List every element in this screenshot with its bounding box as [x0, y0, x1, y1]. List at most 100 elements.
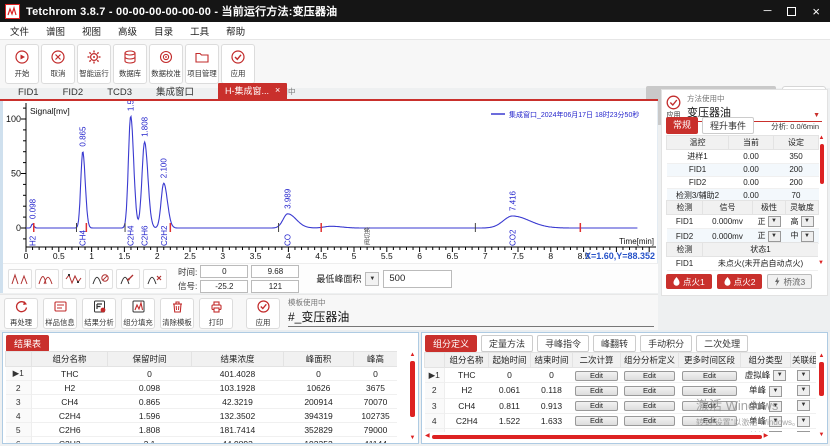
min-peak-area-input[interactable]: 500 — [383, 270, 452, 288]
edit-button[interactable]: Edit — [682, 416, 737, 426]
scroll-right-icon[interactable]: ▶ — [764, 433, 769, 440]
menu-view[interactable]: 视图 — [82, 24, 101, 38]
edit-button[interactable]: Edit — [624, 371, 676, 381]
edit-button[interactable]: Edit — [682, 386, 737, 396]
tab-temp-program[interactable]: 程升事件 — [702, 117, 754, 134]
chevron-down-icon[interactable]: ▼ — [365, 272, 379, 286]
tab-peak-flip[interactable]: 峰翻转 — [593, 335, 636, 352]
edit-button[interactable]: Edit — [575, 371, 617, 381]
table-row[interactable]: FID10.000mv正▼高▼ — [667, 215, 819, 229]
dropdown-arrow-button[interactable]: ▼ — [769, 416, 782, 427]
ignite-2-button[interactable]: 点火2 — [717, 274, 763, 289]
baseline-zigzag-icon[interactable] — [62, 269, 86, 289]
component-fill-button[interactable]: 组分填充 — [121, 298, 155, 329]
table-row[interactable]: 4C2H41.596132.3502394319102735 — [6, 409, 398, 423]
minimize-icon[interactable]: ─ — [764, 6, 772, 17]
tab-h-integration-active[interactable]: H-集成窗... × — [218, 83, 287, 99]
dropdown-arrow-button[interactable]: ▼ — [773, 370, 786, 381]
project-manage-button[interactable]: 项目管理 — [185, 44, 219, 84]
scrollbar-thumb[interactable] — [410, 361, 415, 417]
menu-file[interactable]: 文件 — [10, 24, 29, 38]
edit-button[interactable]: Edit — [682, 401, 737, 411]
dropdown-arrow-button[interactable]: ▼ — [797, 400, 810, 411]
time-from-field[interactable]: 0 — [200, 265, 248, 278]
table-row[interactable]: 4C2H41.5221.633EditEditEdit单峰▼▼ — [425, 413, 817, 428]
table-row[interactable]: 6C2H22.144.989319235241144 — [6, 437, 398, 444]
table-row[interactable]: FID10.00200 — [667, 164, 819, 177]
edit-button[interactable]: Edit — [624, 401, 676, 411]
signal-from-field[interactable]: -25.2 — [200, 280, 248, 293]
chevron-down-icon[interactable]: ▼ — [813, 112, 820, 119]
dropdown-arrow-button[interactable]: ▼ — [768, 231, 781, 242]
tab-general[interactable]: 常规 — [666, 117, 698, 134]
dropdown-arrow-button[interactable]: ▼ — [801, 231, 814, 242]
scroll-down-icon[interactable]: ▼ — [818, 260, 824, 267]
table-row[interactable]: 进样10.00350 — [667, 150, 819, 164]
scrollbar-thumb[interactable] — [820, 144, 824, 184]
close-icon[interactable]: × — [812, 5, 820, 18]
table-row[interactable]: 3CH40.8110.913EditEditEdit单峰▼▼ — [425, 398, 817, 413]
peak-start-marker-icon[interactable] — [116, 269, 140, 289]
table-row[interactable]: 5C2H61.7421.863EditEditEdit单峰▼▼ — [425, 429, 817, 433]
edit-button[interactable]: Edit — [624, 386, 676, 396]
reprocess-button[interactable]: 再处理 — [4, 298, 38, 329]
dropdown-arrow-button[interactable]: ▼ — [769, 386, 782, 397]
table-row[interactable]: 2H20.0610.118EditEditEdit单峰▼▼ — [425, 383, 817, 398]
ignite-1-button[interactable]: 点火1 — [666, 274, 712, 289]
tab-integration-window[interactable]: 集成窗口 — [156, 84, 194, 99]
edit-button[interactable]: Edit — [575, 416, 617, 426]
table-row[interactable]: ▶1THC00EditEditEdit虚拟峰▼▼ — [425, 368, 817, 383]
dropdown-arrow-button[interactable]: ▼ — [769, 431, 782, 432]
menu-advanced[interactable]: 高级 — [118, 24, 137, 38]
sample-info-button[interactable]: 样品信息 — [43, 298, 77, 329]
dropdown-arrow-button[interactable]: ▼ — [768, 216, 781, 227]
menu-spectrum[interactable]: 谱图 — [46, 24, 65, 38]
dropdown-arrow-button[interactable]: ▼ — [797, 431, 810, 432]
time-to-field[interactable]: 9.68 — [251, 265, 299, 278]
dropdown-arrow-button[interactable]: ▼ — [797, 416, 810, 427]
peak-split-icon[interactable] — [8, 269, 32, 289]
definition-vertical-scrollbar[interactable]: ▲ ▼ — [817, 353, 826, 439]
edit-button[interactable]: Edit — [575, 386, 617, 396]
scrollbar-thumb[interactable] — [432, 435, 762, 439]
restore-icon[interactable] — [787, 7, 796, 16]
edit-button[interactable]: Edit — [682, 371, 737, 381]
tab-component-definition[interactable]: 组分定义 — [425, 335, 477, 352]
tab-results-table[interactable]: 结果表 — [6, 335, 49, 352]
menu-tools[interactable]: 工具 — [190, 24, 209, 38]
chromatogram-chart[interactable]: 05010000.511.522.533.544.555.566.577.588… — [3, 101, 658, 263]
temp-scrollbar[interactable]: ▲ — [818, 135, 825, 195]
cancel-button[interactable]: 取消 — [41, 44, 75, 84]
tab-secondary-processing[interactable]: 二次处理 — [696, 335, 748, 352]
scroll-up-icon[interactable]: ▲ — [819, 353, 825, 360]
scroll-down-icon[interactable]: ▼ — [819, 432, 825, 439]
scroll-up-icon[interactable]: ▲ — [819, 135, 825, 142]
database-button[interactable]: 数据库 — [113, 44, 147, 84]
tab-peak-search[interactable]: 寻峰指令 — [537, 335, 589, 352]
results-vertical-scrollbar[interactable]: ▲ ▼ — [408, 352, 417, 442]
dropdown-arrow-button[interactable]: ▼ — [769, 401, 782, 412]
tab-manual-integration[interactable]: 手动积分 — [640, 335, 692, 352]
menu-catalog[interactable]: 目录 — [154, 24, 173, 38]
dropdown-arrow-button[interactable]: ▼ — [797, 385, 810, 396]
template-dropdown[interactable]: 模板使用中 #_变压器油 — [288, 297, 654, 327]
start-button[interactable]: 开始 — [5, 44, 39, 84]
scrollbar-thumb[interactable] — [819, 362, 824, 396]
scroll-down-icon[interactable]: ▼ — [410, 435, 416, 442]
table-row[interactable]: ▶1THC0401.402800 — [6, 367, 398, 381]
smart-run-button[interactable]: 智能运行 — [77, 44, 111, 84]
apply-project-button[interactable]: 应用 — [221, 44, 255, 84]
table-row[interactable]: 2H20.098103.1928106263675 — [6, 381, 398, 395]
peak-reject-icon[interactable] — [89, 269, 113, 289]
scroll-left-icon[interactable]: ◀ — [425, 433, 430, 440]
apply-template-button[interactable]: 应用 — [246, 298, 280, 329]
table-row[interactable]: 5C2H61.808181.741435282979000 — [6, 423, 398, 437]
edit-button[interactable]: Edit — [624, 416, 676, 426]
print-button[interactable]: 打印 — [199, 298, 233, 329]
table-row[interactable]: FID20.00200 — [667, 176, 819, 189]
table-row[interactable]: FID1未点火(未开启自动点火) — [667, 257, 819, 271]
peak-end-marker-icon[interactable] — [143, 269, 167, 289]
menu-help[interactable]: 帮助 — [226, 24, 245, 38]
tab-tcd3[interactable]: TCD3 — [107, 87, 132, 99]
tab-quantify-method[interactable]: 定量方法 — [481, 335, 533, 352]
